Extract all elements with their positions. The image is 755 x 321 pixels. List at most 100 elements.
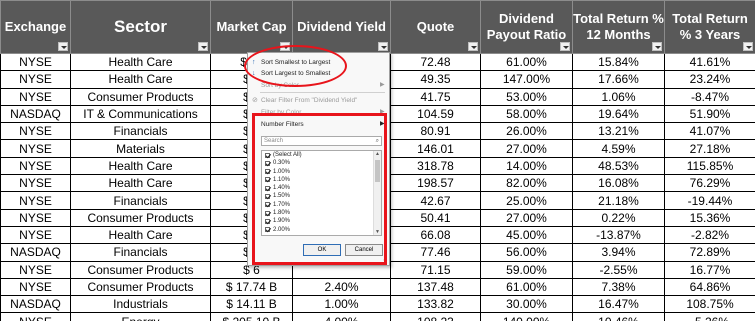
table-cell[interactable]: Health Care	[70, 156, 211, 176]
table-cell[interactable]: 56.00%	[480, 243, 573, 262]
table-cell[interactable]: Consumer Products	[70, 277, 211, 297]
table-cell[interactable]: Energy	[70, 312, 211, 321]
table-cell[interactable]: 140.00%	[480, 312, 573, 321]
table-cell[interactable]: NYSE	[0, 87, 71, 106]
table-cell[interactable]: 53.00%	[480, 87, 573, 106]
table-cell[interactable]: 41.61%	[664, 52, 755, 72]
filter-dropdown-icon[interactable]	[198, 42, 208, 51]
table-cell[interactable]: 1.00%	[292, 295, 391, 314]
filter-dropdown-icon[interactable]	[378, 42, 388, 51]
table-cell[interactable]: 17.66%	[572, 70, 665, 89]
table-cell[interactable]: 26.00%	[480, 122, 573, 141]
table-cell[interactable]: 198.57	[390, 174, 481, 193]
table-cell[interactable]: 27.18%	[664, 139, 755, 158]
table-cell[interactable]: NASDAQ	[0, 243, 71, 262]
filter-dropdown-icon[interactable]	[58, 42, 68, 51]
table-cell[interactable]: 13.21%	[572, 122, 665, 141]
table-cell[interactable]: Materials	[70, 139, 211, 158]
table-cell[interactable]: 27.00%	[480, 139, 573, 158]
table-cell[interactable]: Consumer Products	[70, 208, 211, 227]
table-cell[interactable]: Consumer Products	[70, 87, 211, 106]
table-cell[interactable]: -19.44%	[664, 191, 755, 210]
table-cell[interactable]: 3.94%	[572, 243, 665, 262]
table-cell[interactable]: Health Care	[70, 174, 211, 193]
table-cell[interactable]: NYSE	[0, 52, 71, 72]
table-cell[interactable]: -2.82%	[664, 225, 755, 245]
filter-dropdown-icon[interactable]	[560, 42, 570, 51]
table-cell[interactable]: 137.48	[390, 277, 481, 297]
table-cell[interactable]: 41.07%	[664, 122, 755, 141]
table-cell[interactable]: NYSE	[0, 156, 71, 176]
table-cell[interactable]: -13.87%	[572, 225, 665, 245]
table-cell[interactable]: -8.47%	[664, 87, 755, 106]
table-cell[interactable]: NYSE	[0, 277, 71, 297]
table-cell[interactable]: 66.08	[390, 225, 481, 245]
table-cell[interactable]: 80.91	[390, 122, 481, 141]
table-cell[interactable]: 58.00%	[480, 104, 573, 124]
table-cell[interactable]: 147.00%	[480, 70, 573, 89]
table-cell[interactable]: 19.64%	[572, 104, 665, 124]
table-cell[interactable]: 133.82	[390, 295, 481, 314]
table-cell[interactable]: 15.36%	[664, 208, 755, 227]
table-cell[interactable]: NASDAQ	[0, 104, 71, 124]
table-cell[interactable]: 4.00%	[292, 312, 391, 321]
table-cell[interactable]: Health Care	[70, 52, 211, 72]
table-cell[interactable]: 76.29%	[664, 174, 755, 193]
table-cell[interactable]: 2.40%	[292, 277, 391, 297]
table-cell[interactable]: 72.89%	[664, 243, 755, 262]
table-cell[interactable]: 72.48	[390, 52, 481, 72]
table-cell[interactable]: 27.00%	[480, 208, 573, 227]
table-cell[interactable]: 0.22%	[572, 208, 665, 227]
filter-dropdown-icon[interactable]	[652, 42, 662, 51]
table-cell[interactable]: 318.78	[390, 156, 481, 176]
table-cell[interactable]: 82.00%	[480, 174, 573, 193]
table-cell[interactable]: 108.23	[390, 312, 481, 321]
table-cell[interactable]: 4.59%	[572, 139, 665, 158]
table-cell[interactable]: Health Care	[70, 225, 211, 245]
table-cell[interactable]: 77.46	[390, 243, 481, 262]
table-cell[interactable]: 49.35	[390, 70, 481, 89]
clear-filter-item[interactable]: ⊘ Clear Filter From "Dividend Yield"	[252, 95, 357, 106]
table-cell[interactable]: 16.08%	[572, 174, 665, 193]
table-cell[interactable]: NYSE	[0, 70, 71, 89]
table-cell[interactable]: 48.53%	[572, 156, 665, 176]
table-cell[interactable]: 64.86%	[664, 277, 755, 297]
table-cell[interactable]: 51.90%	[664, 104, 755, 124]
table-cell[interactable]: Consumer Products	[70, 260, 211, 279]
table-cell[interactable]: 23.24%	[664, 70, 755, 89]
table-cell[interactable]: 61.00%	[480, 52, 573, 72]
table-cell[interactable]: 61.00%	[480, 277, 573, 297]
table-cell[interactable]: Industrials	[70, 295, 211, 314]
table-cell[interactable]: 41.75	[390, 87, 481, 106]
table-cell[interactable]: 42.67	[390, 191, 481, 210]
table-cell[interactable]: NYSE	[0, 191, 71, 210]
table-cell[interactable]: 146.01	[390, 139, 481, 158]
table-cell[interactable]: NYSE	[0, 312, 71, 321]
filter-dropdown-icon[interactable]	[468, 42, 478, 51]
table-cell[interactable]: 21.18%	[572, 191, 665, 210]
table-cell[interactable]: 15.84%	[572, 52, 665, 72]
table-cell[interactable]: 16.47%	[572, 295, 665, 314]
table-cell[interactable]: IT & Communications	[70, 104, 211, 124]
table-cell[interactable]: $ 17.74 B	[210, 277, 293, 297]
table-cell[interactable]: 45.00%	[480, 225, 573, 245]
table-cell[interactable]: Financials	[70, 243, 211, 262]
table-cell[interactable]: NYSE	[0, 139, 71, 158]
table-cell[interactable]: -2.55%	[572, 260, 665, 279]
filter-dropdown-icon[interactable]	[743, 42, 753, 51]
table-cell[interactable]: 115.85%	[664, 156, 755, 176]
table-cell[interactable]: $ 14.11 B	[210, 295, 293, 314]
table-cell[interactable]: 25.00%	[480, 191, 573, 210]
table-cell[interactable]: 104.59	[390, 104, 481, 124]
table-cell[interactable]: NYSE	[0, 208, 71, 227]
table-cell[interactable]: 59.00%	[480, 260, 573, 279]
table-cell[interactable]: NYSE	[0, 225, 71, 245]
table-cell[interactable]: NYSE	[0, 260, 71, 279]
table-cell[interactable]: 30.00%	[480, 295, 573, 314]
table-cell[interactable]: 50.41	[390, 208, 481, 227]
table-cell[interactable]: 71.15	[390, 260, 481, 279]
table-cell[interactable]: 108.75%	[664, 295, 755, 314]
table-cell[interactable]: Financials	[70, 191, 211, 210]
table-cell[interactable]: 16.77%	[664, 260, 755, 279]
table-cell[interactable]: NASDAQ	[0, 295, 71, 314]
